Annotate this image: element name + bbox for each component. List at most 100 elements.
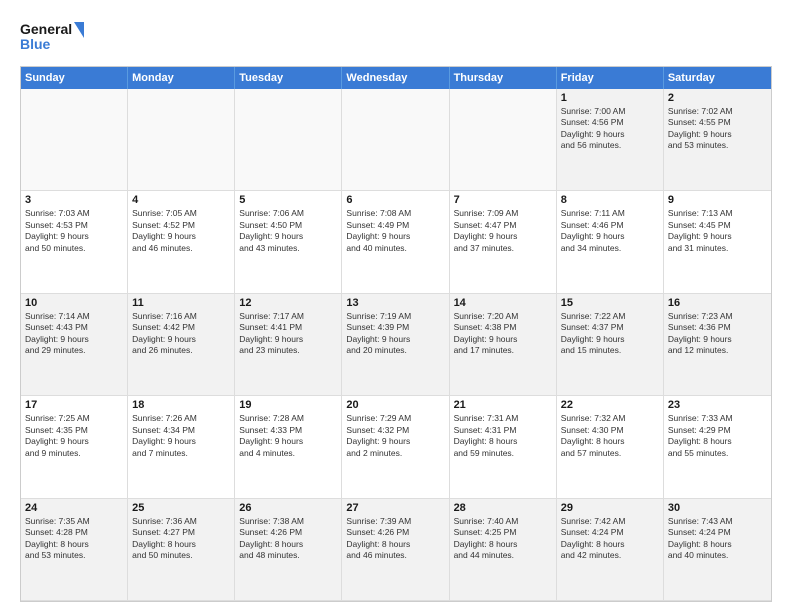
day-cell-8: 8 Sunrise: 7:11 AM Sunset: 4:46 PM Daylig… — [557, 191, 664, 293]
day-number: 10 — [25, 297, 123, 309]
calendar-header: SundayMondayTuesdayWednesdayThursdayFrid… — [21, 67, 771, 89]
day-info: Sunrise: 7:17 AM Sunset: 4:41 PM Dayligh… — [239, 311, 337, 357]
day-info: Sunrise: 7:40 AM Sunset: 4:25 PM Dayligh… — [454, 516, 552, 562]
day-number: 11 — [132, 297, 230, 309]
header-day-monday: Monday — [128, 67, 235, 89]
day-info: Sunrise: 7:35 AM Sunset: 4:28 PM Dayligh… — [25, 516, 123, 562]
calendar: SundayMondayTuesdayWednesdayThursdayFrid… — [20, 66, 772, 602]
day-info: Sunrise: 7:11 AM Sunset: 4:46 PM Dayligh… — [561, 208, 659, 254]
header-day-thursday: Thursday — [450, 67, 557, 89]
day-cell-28: 28 Sunrise: 7:40 AM Sunset: 4:25 PM Dayli… — [450, 499, 557, 601]
empty-cell — [128, 89, 235, 191]
day-cell-30: 30 Sunrise: 7:43 AM Sunset: 4:24 PM Dayli… — [664, 499, 771, 601]
day-number: 19 — [239, 399, 337, 411]
header-day-friday: Friday — [557, 67, 664, 89]
day-cell-13: 13Sunrise: 7:19 AM Sunset: 4:39 PM Dayli… — [342, 294, 449, 396]
day-number: 4 — [132, 194, 230, 206]
day-number: 30 — [668, 502, 767, 514]
day-cell-1: 1Sunrise: 7:00 AM Sunset: 4:56 PM Daylig… — [557, 89, 664, 191]
day-number: 15 — [561, 297, 659, 309]
day-number: 16 — [668, 297, 767, 309]
day-info: Sunrise: 7:14 AM Sunset: 4:43 PM Dayligh… — [25, 311, 123, 357]
day-info: Sunrise: 7:19 AM Sunset: 4:39 PM Dayligh… — [346, 311, 444, 357]
day-info: Sunrise: 7:09 AM Sunset: 4:47 PM Dayligh… — [454, 208, 552, 254]
day-cell-27: 27 Sunrise: 7:39 AM Sunset: 4:26 PM Dayli… — [342, 499, 449, 601]
header-day-wednesday: Wednesday — [342, 67, 449, 89]
day-info: Sunrise: 7:29 AM Sunset: 4:32 PM Dayligh… — [346, 413, 444, 459]
day-cell-5: 5 Sunrise: 7:06 AM Sunset: 4:50 PM Daylig… — [235, 191, 342, 293]
day-number: 2 — [668, 92, 767, 104]
day-cell-12: 12 Sunrise: 7:17 AM Sunset: 4:41 PM Dayli… — [235, 294, 342, 396]
day-number: 6 — [346, 194, 444, 206]
day-number: 14 — [454, 297, 552, 309]
day-info: Sunrise: 7:28 AM Sunset: 4:33 PM Dayligh… — [239, 413, 337, 459]
day-info: Sunrise: 7:03 AM Sunset: 4:53 PM Dayligh… — [25, 208, 123, 254]
day-cell-19: 19 Sunrise: 7:28 AM Sunset: 4:33 PM Dayli… — [235, 396, 342, 498]
day-info: Sunrise: 7:05 AM Sunset: 4:52 PM Dayligh… — [132, 208, 230, 254]
day-info: Sunrise: 7:22 AM Sunset: 4:37 PM Dayligh… — [561, 311, 659, 357]
day-number: 23 — [668, 399, 767, 411]
empty-cell — [21, 89, 128, 191]
day-cell-16: 16 Sunrise: 7:23 AM Sunset: 4:36 PM Dayli… — [664, 294, 771, 396]
day-info: Sunrise: 7:23 AM Sunset: 4:36 PM Dayligh… — [668, 311, 767, 357]
day-info: Sunrise: 7:25 AM Sunset: 4:35 PM Dayligh… — [25, 413, 123, 459]
day-number: 9 — [668, 194, 767, 206]
day-info: Sunrise: 7:20 AM Sunset: 4:38 PM Dayligh… — [454, 311, 552, 357]
day-number: 28 — [454, 502, 552, 514]
day-cell-18: 18 Sunrise: 7:26 AM Sunset: 4:34 PM Dayli… — [128, 396, 235, 498]
day-number: 12 — [239, 297, 337, 309]
empty-cell — [450, 89, 557, 191]
day-number: 8 — [561, 194, 659, 206]
day-number: 24 — [25, 502, 123, 514]
day-info: Sunrise: 7:39 AM Sunset: 4:26 PM Dayligh… — [346, 516, 444, 562]
day-cell-22: 22 Sunrise: 7:32 AM Sunset: 4:30 PM Dayli… — [557, 396, 664, 498]
day-cell-4: 4 Sunrise: 7:05 AM Sunset: 4:52 PM Daylig… — [128, 191, 235, 293]
day-number: 29 — [561, 502, 659, 514]
day-number: 21 — [454, 399, 552, 411]
day-info: Sunrise: 7:33 AM Sunset: 4:29 PM Dayligh… — [668, 413, 767, 459]
day-cell-15: 15 Sunrise: 7:22 AM Sunset: 4:37 PM Dayli… — [557, 294, 664, 396]
day-cell-7: 7Sunrise: 7:09 AM Sunset: 4:47 PM Daylig… — [450, 191, 557, 293]
day-info: Sunrise: 7:36 AM Sunset: 4:27 PM Dayligh… — [132, 516, 230, 562]
day-cell-10: 10 Sunrise: 7:14 AM Sunset: 4:43 PM Dayli… — [21, 294, 128, 396]
day-number: 22 — [561, 399, 659, 411]
day-info: Sunrise: 7:42 AM Sunset: 4:24 PM Dayligh… — [561, 516, 659, 562]
day-cell-24: 24 Sunrise: 7:35 AM Sunset: 4:28 PM Dayli… — [21, 499, 128, 601]
day-cell-9: 9Sunrise: 7:13 AM Sunset: 4:45 PM Daylig… — [664, 191, 771, 293]
day-info: Sunrise: 7:32 AM Sunset: 4:30 PM Dayligh… — [561, 413, 659, 459]
logo-svg: GeneralBlue — [20, 16, 90, 58]
day-info: Sunrise: 7:06 AM Sunset: 4:50 PM Dayligh… — [239, 208, 337, 254]
day-number: 26 — [239, 502, 337, 514]
empty-cell — [342, 89, 449, 191]
day-number: 27 — [346, 502, 444, 514]
header-day-tuesday: Tuesday — [235, 67, 342, 89]
day-info: Sunrise: 7:00 AM Sunset: 4:56 PM Dayligh… — [561, 106, 659, 152]
day-number: 18 — [132, 399, 230, 411]
day-cell-23: 23 Sunrise: 7:33 AM Sunset: 4:29 PM Dayli… — [664, 396, 771, 498]
empty-cell — [235, 89, 342, 191]
day-cell-14: 14 Sunrise: 7:20 AM Sunset: 4:38 PM Dayli… — [450, 294, 557, 396]
header-day-saturday: Saturday — [664, 67, 771, 89]
day-number: 20 — [346, 399, 444, 411]
header: GeneralBlue — [20, 16, 772, 58]
logo: GeneralBlue — [20, 16, 90, 58]
day-info: Sunrise: 7:38 AM Sunset: 4:26 PM Dayligh… — [239, 516, 337, 562]
day-cell-25: 25Sunrise: 7:36 AM Sunset: 4:27 PM Dayli… — [128, 499, 235, 601]
day-info: Sunrise: 7:26 AM Sunset: 4:34 PM Dayligh… — [132, 413, 230, 459]
day-number: 5 — [239, 194, 337, 206]
day-info: Sunrise: 7:02 AM Sunset: 4:55 PM Dayligh… — [668, 106, 767, 152]
day-cell-29: 29 Sunrise: 7:42 AM Sunset: 4:24 PM Dayli… — [557, 499, 664, 601]
day-info: Sunrise: 7:08 AM Sunset: 4:49 PM Dayligh… — [346, 208, 444, 254]
day-cell-6: 6 Sunrise: 7:08 AM Sunset: 4:49 PM Daylig… — [342, 191, 449, 293]
day-cell-21: 21 Sunrise: 7:31 AM Sunset: 4:31 PM Dayli… — [450, 396, 557, 498]
day-cell-20: 20 Sunrise: 7:29 AM Sunset: 4:32 PM Dayli… — [342, 396, 449, 498]
day-info: Sunrise: 7:16 AM Sunset: 4:42 PM Dayligh… — [132, 311, 230, 357]
day-cell-11: 11 Sunrise: 7:16 AM Sunset: 4:42 PM Dayli… — [128, 294, 235, 396]
day-cell-17: 17Sunrise: 7:25 AM Sunset: 4:35 PM Dayli… — [21, 396, 128, 498]
day-info: Sunrise: 7:43 AM Sunset: 4:24 PM Dayligh… — [668, 516, 767, 562]
svg-text:General: General — [20, 21, 72, 37]
day-cell-2: 2 Sunrise: 7:02 AM Sunset: 4:55 PM Daylig… — [664, 89, 771, 191]
calendar-body: 1Sunrise: 7:00 AM Sunset: 4:56 PM Daylig… — [21, 89, 771, 601]
day-info: Sunrise: 7:31 AM Sunset: 4:31 PM Dayligh… — [454, 413, 552, 459]
header-day-sunday: Sunday — [21, 67, 128, 89]
